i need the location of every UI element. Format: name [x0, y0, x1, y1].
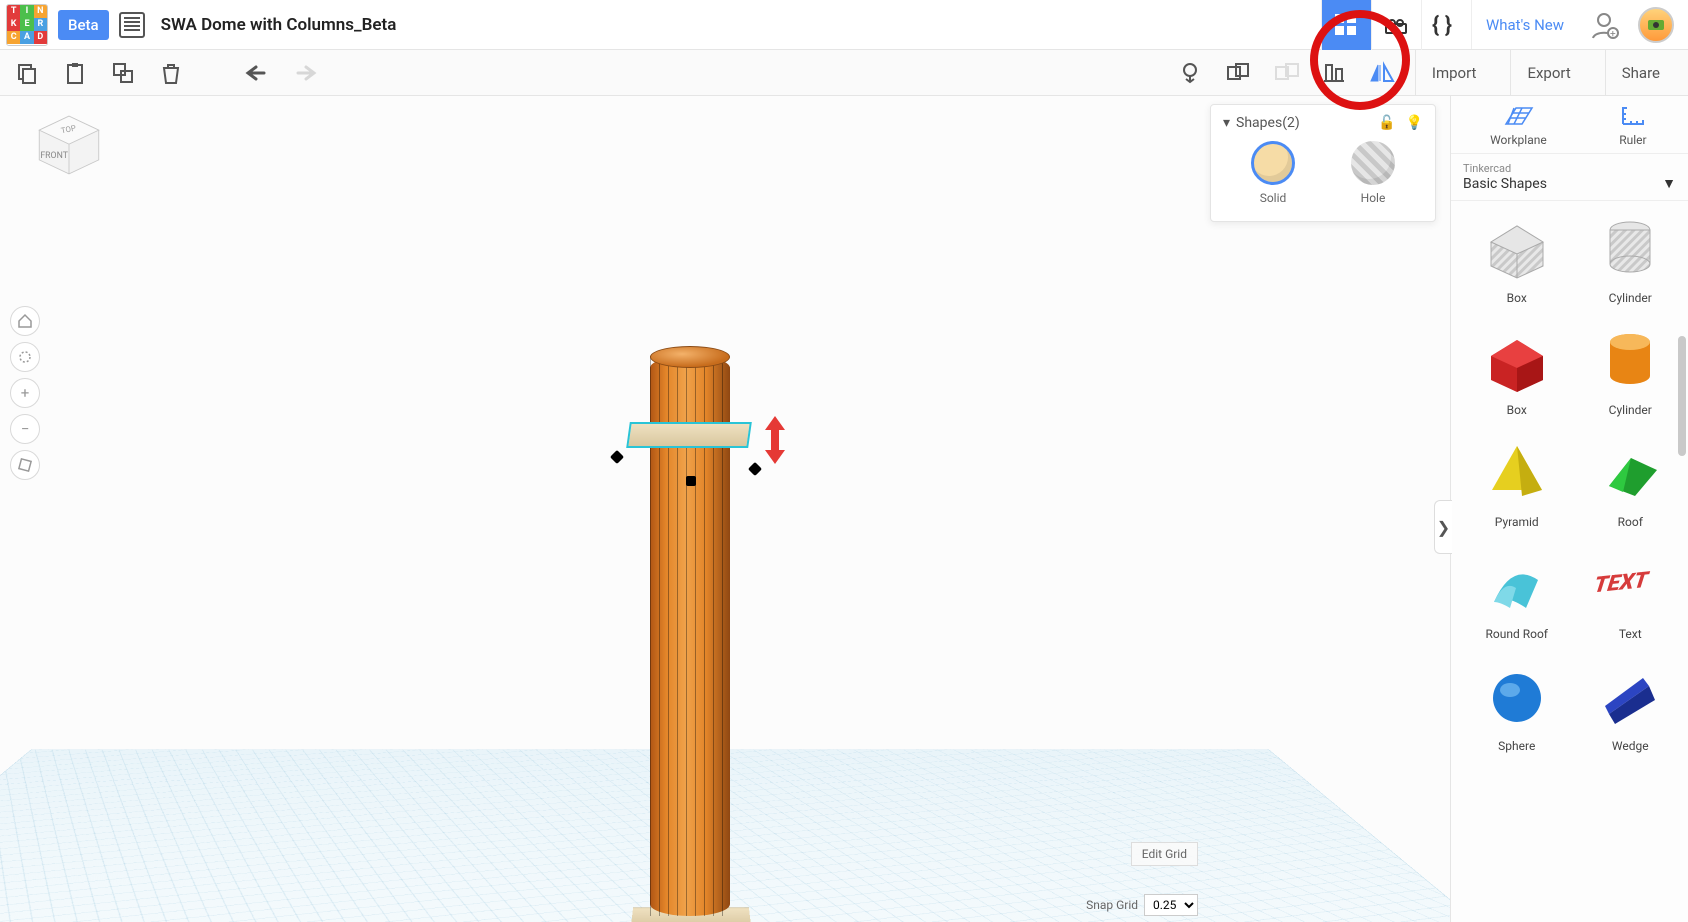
blocks-mode-icon[interactable] — [1321, 0, 1371, 50]
edit-toolbar: Import Export Share — [0, 50, 1688, 96]
lock-icon[interactable]: 🔓 — [1378, 115, 1395, 131]
tinkercad-logo[interactable]: TIN KER CAD — [6, 4, 48, 46]
export-button[interactable]: Export — [1510, 50, 1586, 95]
home-view-icon[interactable] — [10, 306, 40, 336]
group-icon[interactable] — [1223, 58, 1253, 88]
shape-label: Box — [1507, 403, 1527, 417]
shape-label: Pyramid — [1495, 515, 1539, 529]
redo-icon — [290, 58, 320, 88]
solid-label: Solid — [1260, 191, 1287, 205]
snap-grid-control: Snap Grid 0.25 — [1086, 894, 1198, 916]
top-bar: TIN KER CAD Beta { } What's New + — [0, 0, 1688, 50]
svg-text:{ }: { } — [1432, 13, 1452, 38]
chevron-down-icon: ▾ — [1223, 115, 1230, 131]
shape-wedge[interactable]: Wedge — [1579, 663, 1683, 753]
shape-cylinder-orange[interactable]: Cylinder — [1579, 327, 1683, 417]
shape-inspector-panel: ▾ Shapes(2) 🔓 💡 Solid Hole — [1210, 104, 1436, 222]
duplicate-icon[interactable] — [108, 58, 138, 88]
svg-text:FRONT: FRONT — [40, 151, 68, 161]
inspector-title: Shapes — [1236, 115, 1282, 131]
library-provider-label: Tinkercad — [1463, 162, 1676, 175]
rotate-handle-bottom[interactable] — [686, 476, 696, 486]
design-properties-icon[interactable] — [119, 12, 145, 38]
column-top — [650, 346, 730, 368]
shape-label: Wedge — [1612, 739, 1649, 753]
document-title-input[interactable] — [155, 11, 555, 39]
share-button[interactable]: Share — [1605, 50, 1676, 95]
undo-icon[interactable] — [242, 58, 272, 88]
show-all-icon[interactable] — [1175, 58, 1205, 88]
hole-label: Hole — [1361, 191, 1386, 205]
lightbulb-icon[interactable]: 💡 — [1406, 115, 1423, 131]
bricks-mode-icon[interactable] — [1371, 0, 1421, 50]
library-name-label: Basic Shapes — [1463, 176, 1547, 192]
import-button[interactable]: Import — [1415, 50, 1493, 95]
ungroup-icon — [1271, 58, 1301, 88]
scrollbar-thumb[interactable] — [1678, 336, 1686, 456]
rotate-handle-left[interactable] — [610, 450, 624, 464]
inspector-collapse-toggle[interactable]: ▾ Shapes(2) — [1223, 115, 1300, 131]
ortho-toggle-icon[interactable] — [10, 450, 40, 480]
shape-pyramid[interactable]: Pyramid — [1465, 439, 1569, 529]
solid-swatch[interactable]: Solid — [1251, 141, 1295, 205]
whats-new-link[interactable]: What's New — [1471, 0, 1578, 49]
shape-label: Text — [1619, 627, 1642, 641]
edit-grid-button[interactable]: Edit Grid — [1131, 842, 1198, 866]
shape-label: Roof — [1618, 515, 1643, 529]
hole-swatch[interactable]: Hole — [1351, 141, 1395, 205]
shape-library-dropdown[interactable]: Tinkercad Basic Shapes ▼ — [1451, 154, 1688, 201]
zoom-out-icon[interactable]: − — [10, 414, 40, 444]
svg-text:+: + — [1610, 29, 1616, 40]
panel-collapse-handle[interactable]: ❯ — [1434, 500, 1452, 554]
beta-badge: Beta — [58, 10, 109, 40]
chevron-down-icon: ▼ — [1662, 175, 1676, 192]
shape-round-roof[interactable]: Round Roof — [1465, 551, 1569, 641]
shape-label: Round Roof — [1486, 627, 1548, 641]
ruler-tool[interactable]: Ruler — [1617, 102, 1649, 147]
shapes-panel: Workplane Ruler Tinkercad Basic Shapes▼ … — [1450, 96, 1688, 922]
view-nav-buttons: + − — [10, 306, 40, 480]
move-z-arrow-icon[interactable] — [760, 410, 790, 470]
code-blocks-icon[interactable]: { } — [1421, 0, 1471, 50]
snap-grid-label: Snap Grid — [1086, 898, 1138, 912]
inspector-count: (2) — [1282, 115, 1300, 131]
account-settings-icon[interactable]: + — [1586, 7, 1622, 43]
user-avatar[interactable] — [1638, 7, 1674, 43]
paste-icon[interactable] — [60, 58, 90, 88]
shape-cylinder-striped[interactable]: Cylinder — [1579, 215, 1683, 305]
view-cube[interactable]: TOP FRONT — [34, 112, 104, 178]
ruler-label: Ruler — [1619, 133, 1646, 147]
snap-grid-select[interactable]: 0.25 — [1144, 894, 1198, 916]
shape-label: Cylinder — [1609, 291, 1652, 305]
shape-box-striped[interactable]: Box — [1465, 215, 1569, 305]
delete-icon[interactable] — [156, 58, 186, 88]
mirror-icon[interactable] — [1367, 58, 1397, 88]
shape-label: Box — [1507, 291, 1527, 305]
shape-label: Cylinder — [1609, 403, 1652, 417]
shape-label: Sphere — [1498, 739, 1535, 753]
workplane-tool[interactable]: Workplane — [1490, 102, 1547, 147]
shape-sphere[interactable]: Sphere — [1465, 663, 1569, 753]
workplane-label: Workplane — [1490, 133, 1547, 147]
copy-icon[interactable] — [12, 58, 42, 88]
fit-view-icon[interactable] — [10, 342, 40, 372]
align-icon[interactable] — [1319, 58, 1349, 88]
zoom-in-icon[interactable]: + — [10, 378, 40, 408]
svg-text:TEXT: TEXT — [1594, 567, 1651, 598]
shape-roof[interactable]: Roof — [1579, 439, 1683, 529]
shape-text[interactable]: TEXT Text — [1579, 551, 1683, 641]
column-capital-selected[interactable] — [626, 422, 752, 448]
shape-box-red[interactable]: Box — [1465, 327, 1569, 417]
